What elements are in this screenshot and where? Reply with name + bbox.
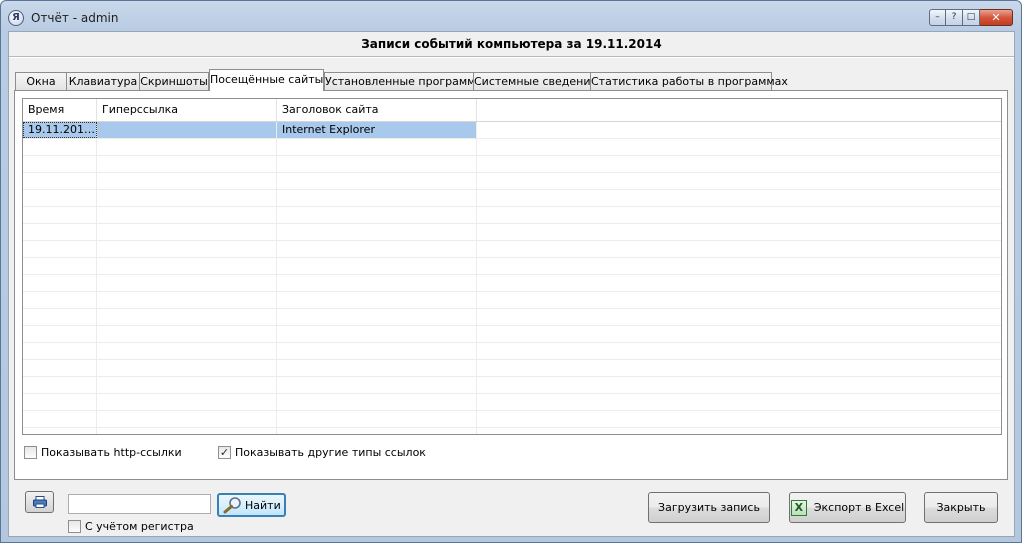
link-options: Показывать http-ссылки ✓ Показывать друг… bbox=[24, 444, 994, 462]
table-row[interactable] bbox=[23, 428, 1001, 434]
tab-installed-programs[interactable]: Установленные программы bbox=[324, 72, 484, 90]
table-row[interactable] bbox=[23, 292, 1001, 309]
report-header: Записи событий компьютера за 19.11.2014 bbox=[9, 32, 1014, 56]
bottom-toolbar: Найти С учётом регистра Загрузить запись… bbox=[9, 480, 1014, 536]
magnifier-icon bbox=[223, 497, 241, 514]
show-other-label: Показывать другие типы ссылок bbox=[235, 445, 426, 459]
table-row[interactable] bbox=[23, 241, 1001, 258]
show-http-checkbox[interactable]: Показывать http-ссылки bbox=[24, 444, 182, 460]
table-row[interactable] bbox=[23, 377, 1001, 394]
table-row[interactable] bbox=[23, 394, 1001, 411]
export-excel-label: Экспорт в Excel bbox=[813, 501, 905, 514]
table-row[interactable]: 19.11.201… Internet Explorer bbox=[23, 122, 1001, 139]
table-row[interactable] bbox=[23, 326, 1001, 343]
maximize-button[interactable]: □ bbox=[963, 9, 980, 26]
help-button[interactable]: ? bbox=[946, 9, 963, 26]
table-row[interactable] bbox=[23, 156, 1001, 173]
minimize-button[interactable]: – bbox=[929, 9, 946, 26]
table-row[interactable] bbox=[23, 411, 1001, 428]
table-body: 19.11.201… Internet Explorer bbox=[23, 122, 1001, 434]
find-button[interactable]: Найти bbox=[217, 493, 286, 517]
checkbox-box[interactable] bbox=[24, 445, 37, 459]
show-other-checkbox[interactable]: ✓ Показывать другие типы ссылок bbox=[218, 444, 426, 460]
tab-system-info[interactable]: Системные сведения bbox=[473, 72, 597, 90]
checkbox-checked-box[interactable]: ✓ bbox=[218, 445, 231, 459]
sites-table[interactable]: Время Гиперссылка Заголовок сайта 19.11.… bbox=[22, 98, 1002, 435]
tab-screenshots[interactable]: Скриншоты bbox=[139, 72, 209, 90]
search-input[interactable] bbox=[68, 494, 211, 514]
caption-buttons: – ? □ ✕ bbox=[929, 9, 1013, 28]
client-area: Записи событий компьютера за 19.11.2014 … bbox=[8, 31, 1015, 537]
case-sensitive-checkbox[interactable]: С учётом регистра bbox=[68, 518, 194, 534]
close-button[interactable]: Закрыть bbox=[924, 492, 998, 523]
window-title: Отчёт - admin bbox=[31, 11, 119, 25]
export-excel-button[interactable]: X Экспорт в Excel bbox=[789, 492, 906, 523]
table-row[interactable] bbox=[23, 258, 1001, 275]
window-frame: Я Отчёт - admin – ? □ ✕ Записи событий к… bbox=[0, 0, 1022, 543]
close-window-button[interactable]: ✕ bbox=[980, 9, 1013, 26]
table-row[interactable] bbox=[23, 309, 1001, 326]
load-record-button[interactable]: Загрузить запись bbox=[648, 492, 770, 523]
tab-windows[interactable]: Окна bbox=[15, 72, 67, 90]
show-http-label: Показывать http-ссылки bbox=[41, 445, 182, 459]
column-header-link[interactable]: Гиперссылка bbox=[97, 99, 277, 121]
app-logo-icon: Я bbox=[8, 10, 24, 26]
cell-link bbox=[97, 122, 277, 138]
cell-time: 19.11.201… bbox=[23, 122, 97, 138]
case-sensitive-label: С учётом регистра bbox=[85, 519, 194, 533]
tab-panel-visited-sites: Время Гиперссылка Заголовок сайта 19.11.… bbox=[14, 90, 1008, 480]
tab-keyboard[interactable]: Клавиатура bbox=[66, 72, 140, 90]
table-row[interactable] bbox=[23, 207, 1001, 224]
load-record-label: Загрузить запись bbox=[658, 501, 760, 514]
column-header-title[interactable]: Заголовок сайта bbox=[277, 99, 477, 121]
table-row[interactable] bbox=[23, 139, 1001, 156]
table-row[interactable] bbox=[23, 343, 1001, 360]
tab-program-stats[interactable]: Статистика работы в программах bbox=[590, 72, 788, 90]
printer-icon bbox=[33, 496, 47, 508]
table-row[interactable] bbox=[23, 224, 1001, 241]
table-row[interactable] bbox=[23, 275, 1001, 292]
excel-icon: X bbox=[790, 499, 807, 516]
column-header-filler bbox=[477, 99, 1001, 121]
print-button[interactable] bbox=[25, 491, 54, 513]
cell-title: Internet Explorer bbox=[277, 122, 477, 138]
checkbox-box[interactable] bbox=[68, 519, 81, 533]
table-row[interactable] bbox=[23, 173, 1001, 190]
table-row[interactable] bbox=[23, 360, 1001, 377]
tab-visited-sites[interactable]: Посещённые сайты bbox=[209, 69, 324, 91]
column-header-time[interactable]: Время bbox=[23, 99, 97, 121]
table-header: Время Гиперссылка Заголовок сайта bbox=[23, 99, 1001, 122]
table-row[interactable] bbox=[23, 190, 1001, 207]
close-label: Закрыть bbox=[936, 501, 986, 514]
find-label: Найти bbox=[245, 498, 281, 512]
